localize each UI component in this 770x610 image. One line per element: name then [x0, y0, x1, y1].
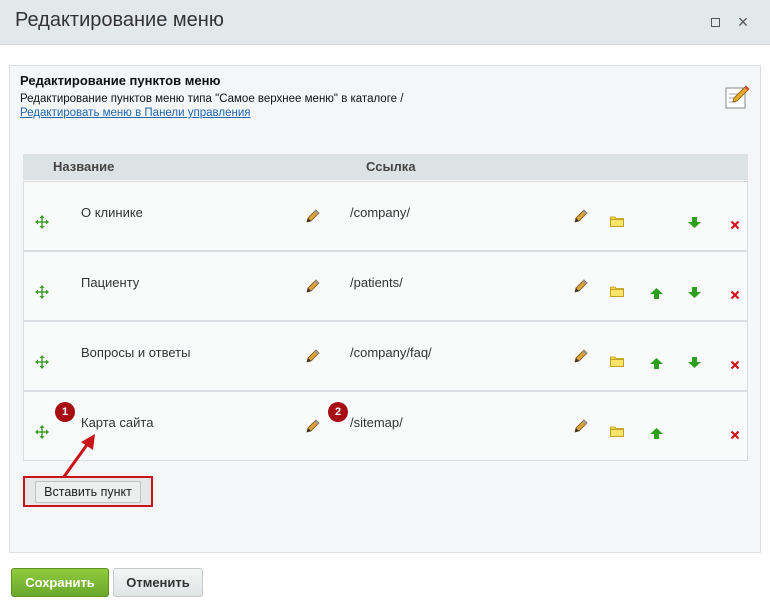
folder-icon[interactable] — [610, 285, 624, 297]
window-title: Редактирование меню — [15, 9, 224, 31]
folder-icon[interactable] — [610, 355, 624, 367]
edit-name-pencil-icon[interactable] — [306, 279, 320, 293]
delete-icon[interactable] — [730, 358, 740, 370]
menu-item-name: Пациенту — [81, 275, 140, 290]
insert-item-label: Вставить пункт — [35, 480, 141, 503]
move-icon[interactable] — [35, 215, 49, 229]
menu-item-name: О клинике — [81, 205, 143, 220]
table-row: Карта сайта/sitemap/ — [23, 391, 748, 461]
annotation-arrow — [61, 434, 95, 479]
move-icon[interactable] — [35, 285, 49, 299]
arrow-up-icon[interactable] — [650, 357, 663, 369]
edit-link-pencil-icon[interactable] — [574, 279, 588, 293]
edit-link-pencil-icon[interactable] — [574, 419, 588, 433]
save-button[interactable]: Сохранить — [11, 568, 109, 597]
table-row: Пациенту/patients/ — [23, 251, 748, 321]
annotation-badge-1: 1 — [55, 402, 75, 422]
menu-item-name: Карта сайта — [81, 415, 154, 430]
panel-title: Редактирование пунктов меню — [20, 73, 221, 88]
delete-icon[interactable] — [730, 288, 740, 300]
edit-name-pencil-icon[interactable] — [306, 349, 320, 363]
edit-name-pencil-icon[interactable] — [306, 209, 320, 223]
move-icon[interactable] — [35, 425, 49, 439]
folder-icon[interactable] — [610, 215, 624, 227]
arrow-up-icon[interactable] — [650, 427, 663, 439]
arrow-down-icon[interactable] — [688, 286, 701, 298]
arrow-down-icon[interactable] — [688, 216, 701, 228]
folder-icon[interactable] — [610, 425, 624, 437]
menu-item-link: /company/faq/ — [350, 345, 432, 360]
arrow-down-icon[interactable] — [688, 356, 701, 368]
window-titlebar: Редактирование меню × — [0, 0, 770, 45]
insert-item-button[interactable]: Вставить пункт — [23, 476, 153, 507]
table-row: О клинике/company/ — [23, 181, 748, 251]
menu-item-link: /company/ — [350, 205, 410, 220]
menu-item-name: Вопросы и ответы — [81, 345, 191, 360]
cancel-button[interactable]: Отменить — [113, 568, 203, 597]
table-header: Название Ссылка — [23, 154, 748, 180]
delete-icon[interactable] — [730, 428, 740, 440]
arrow-up-icon[interactable] — [650, 287, 663, 299]
menu-item-link: /patients/ — [350, 275, 403, 290]
edit-link-pencil-icon[interactable] — [574, 209, 588, 223]
close-button[interactable]: × — [735, 12, 751, 32]
edit-document-icon[interactable] — [724, 84, 750, 110]
edit-name-pencil-icon[interactable] — [306, 419, 320, 433]
edit-link-pencil-icon[interactable] — [574, 349, 588, 363]
close-icon: × — [737, 12, 749, 32]
annotation-badge-2: 2 — [328, 402, 348, 422]
panel-description: Редактирование пунктов меню типа "Самое … — [20, 93, 404, 105]
edit-in-control-panel-link[interactable]: Редактировать меню в Панели управления — [20, 107, 251, 119]
table-row: Вопросы и ответы/company/faq/ — [23, 321, 748, 391]
column-header-link: Ссылка — [366, 159, 416, 174]
delete-icon[interactable] — [730, 218, 740, 230]
column-header-name: Название — [53, 159, 115, 174]
move-icon[interactable] — [35, 355, 49, 369]
maximize-icon — [710, 17, 720, 27]
maximize-button[interactable] — [707, 14, 723, 30]
menu-item-link: /sitemap/ — [350, 415, 403, 430]
